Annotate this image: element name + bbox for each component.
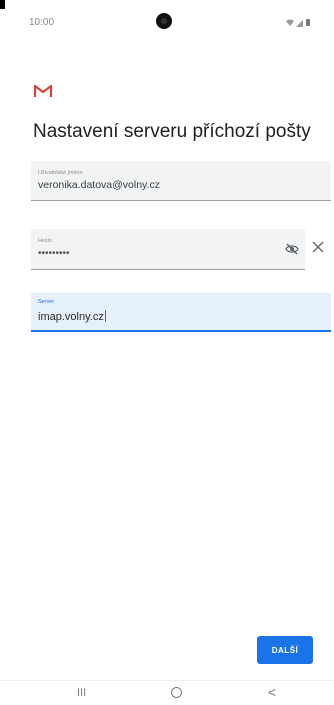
server-field[interactable]: Server imap.volny.cz bbox=[31, 293, 331, 332]
server-label: Server bbox=[38, 299, 55, 305]
page-title: Nastavení serveru příchozí pošty bbox=[33, 121, 311, 142]
username-field[interactable]: Uživatelské jméno veronika.datova@volny.… bbox=[31, 161, 331, 201]
home-icon[interactable] bbox=[171, 687, 182, 698]
back-icon[interactable]: < bbox=[268, 684, 276, 700]
username-value[interactable]: veronika.datova@volny.cz bbox=[38, 179, 160, 191]
username-label: Uživatelské jméno bbox=[38, 170, 83, 176]
status-icons bbox=[286, 18, 316, 28]
navigation-bar: III < bbox=[0, 680, 334, 705]
battery-icon bbox=[306, 19, 310, 26]
status-time: 10:00 bbox=[29, 17, 55, 28]
text-cursor bbox=[104, 310, 106, 322]
server-value[interactable]: imap.volny.cz bbox=[38, 311, 104, 323]
gmail-icon bbox=[33, 84, 53, 98]
signal-icon bbox=[296, 20, 303, 27]
password-field[interactable]: Heslo ••••••••• bbox=[31, 229, 305, 270]
camera-cutout-icon bbox=[156, 13, 172, 29]
status-bar: 10:00 bbox=[0, 0, 334, 40]
next-button[interactable]: DALŠÍ bbox=[257, 636, 313, 664]
wifi-icon bbox=[286, 18, 294, 28]
password-label: Heslo bbox=[38, 238, 53, 244]
close-icon[interactable] bbox=[311, 240, 325, 254]
password-visibility-off-icon[interactable] bbox=[285, 242, 299, 255]
server-input[interactable]: imap.volny.cz bbox=[38, 310, 106, 323]
password-value[interactable]: ••••••••• bbox=[38, 248, 70, 259]
recent-apps-icon[interactable]: III bbox=[77, 687, 86, 699]
